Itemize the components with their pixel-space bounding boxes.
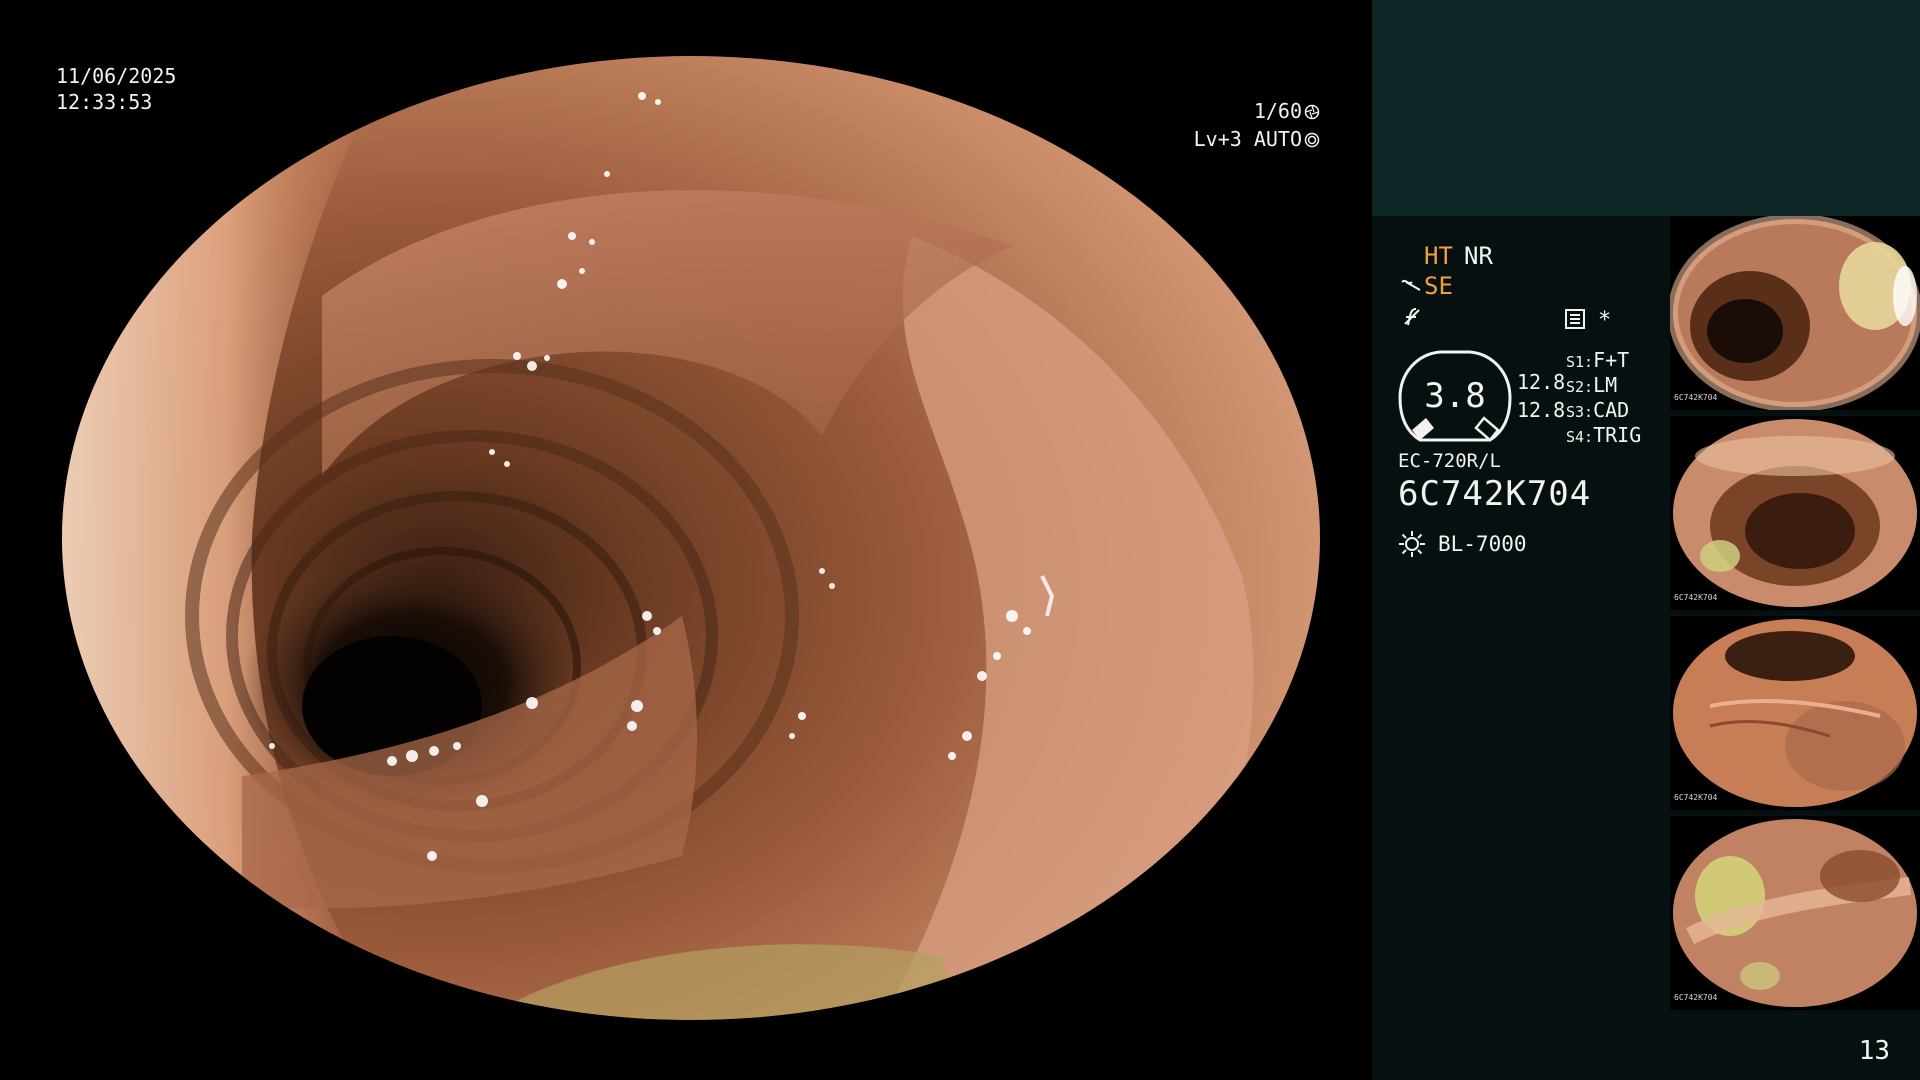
endoscopy-screen: 11/06/2025 12:33:53 1/60 Lv+3 AUTO HT NR… — [0, 0, 1920, 1080]
switch-s2-key: S2: — [1566, 378, 1594, 396]
switch-s4-key: S4: — [1566, 428, 1594, 446]
thumbnail-image — [1670, 216, 1920, 410]
thumbnail-caption: 6C742K704 — [1674, 393, 1718, 402]
sun-icon — [1399, 531, 1425, 557]
switch-s4-value: TRIG — [1593, 423, 1642, 447]
time-readout: 12:33:53 — [56, 90, 153, 114]
zoom-value: 3.8 — [1424, 376, 1486, 416]
switch-s2: S2:LM — [1566, 373, 1617, 397]
switch-s3: S3:CAD — [1566, 398, 1629, 422]
thumbnail[interactable]: 6C742K704 — [1670, 416, 1920, 610]
thumbnail-caption: 6C742K704 — [1674, 993, 1718, 1002]
aperture-icon — [1304, 104, 1320, 120]
magnification-2: 12.8 — [1517, 398, 1566, 422]
side-panel: HT NR SE * 3.8 12.8 12.8 S1:F+T S2:LM S3… — [1372, 0, 1920, 1080]
switch-s3-key: S3: — [1566, 403, 1594, 421]
level-value: Lv+3 AUTO — [1193, 127, 1302, 151]
thumbnail[interactable]: 6C742K704 — [1670, 816, 1920, 1010]
date-readout: 11/06/2025 — [56, 64, 177, 88]
mode-se-label: SE — [1424, 272, 1453, 300]
scope-model: EC-720R/L — [1398, 450, 1501, 472]
switch-s3-value: CAD — [1593, 398, 1630, 422]
endoscopic-image — [62, 56, 1320, 1020]
switch-s1: S1:F+T — [1566, 348, 1629, 372]
thumbnail-strip: 6C742K704 6C742K704 6C742K704 6C742K704 — [1670, 216, 1920, 1016]
magnification-1: 12.8 — [1517, 370, 1566, 394]
thumbnail-caption: 6C742K704 — [1674, 593, 1718, 602]
se-wave-icon — [1401, 279, 1421, 291]
memo-icon — [1565, 309, 1585, 329]
mode-ht-label: HT — [1424, 242, 1453, 270]
page-number: 13 — [1858, 1036, 1890, 1066]
f-slash-icon — [1404, 308, 1420, 326]
switch-s1-key: S1: — [1566, 353, 1594, 371]
level-readout: Lv+3 AUTO — [1130, 126, 1320, 152]
thumbnail[interactable]: 6C742K704 — [1670, 616, 1920, 810]
mode-nr-label: NR — [1464, 242, 1493, 270]
endoscopic-view: 11/06/2025 12:33:53 1/60 Lv+3 AUTO — [0, 0, 1372, 1080]
switch-s1-value: F+T — [1593, 348, 1630, 372]
thumbnail-image — [1673, 619, 1917, 807]
panel-header-block — [1372, 0, 1920, 216]
thumbnail-caption: 6C742K704 — [1674, 793, 1718, 802]
thumbnail-image — [1673, 419, 1917, 607]
scope-serial: 6C742K704 — [1398, 474, 1592, 514]
switch-s2-value: LM — [1593, 373, 1618, 397]
switch-s4: S4:TRIG — [1566, 423, 1641, 447]
target-icon — [1304, 132, 1320, 148]
thumbnail-image — [1673, 819, 1917, 1007]
shutter-readout: 1/60 — [1150, 98, 1320, 124]
shutter-value: 1/60 — [1253, 99, 1302, 123]
thumbnail[interactable]: 6C742K704 — [1670, 216, 1920, 410]
light-source-label: BL-7000 — [1438, 532, 1527, 556]
scope-info-panel: HT NR SE * 3.8 12.8 12.8 S1:F+T S2:LM S3… — [1372, 216, 1672, 1080]
asterisk-indicator: * — [1598, 308, 1612, 333]
